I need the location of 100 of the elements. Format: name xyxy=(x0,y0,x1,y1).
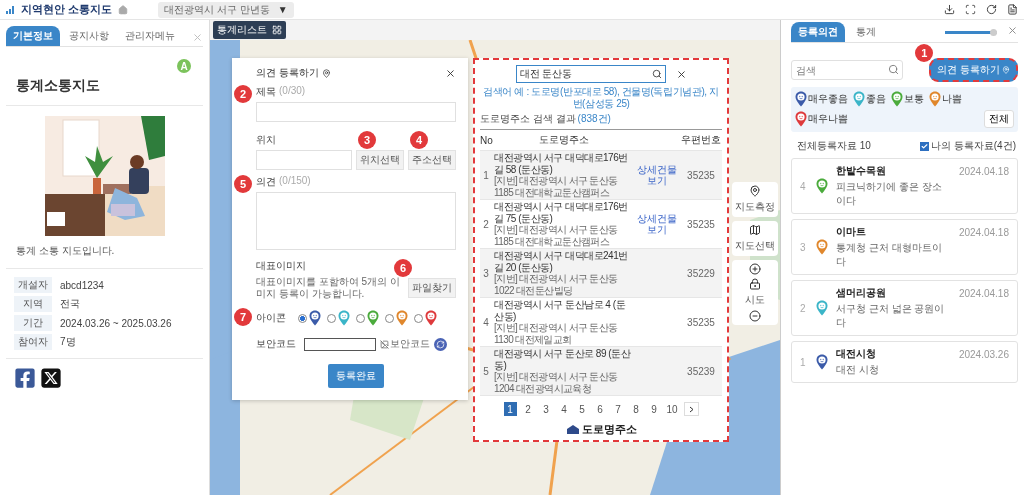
help-text: 대표이미지를 포함하여 5개의 이미지 등록이 가능합니다. xyxy=(256,276,401,299)
tab[interactable]: 공지사항 xyxy=(62,26,116,46)
next-page-button[interactable] xyxy=(683,402,699,416)
result-label: 도로명주소 검색 결과 xyxy=(480,112,576,126)
facebook-icon[interactable] xyxy=(14,367,36,389)
radio-button[interactable] xyxy=(298,313,307,323)
document-icon[interactable] xyxy=(1007,4,1018,15)
page-number[interactable]: 3 xyxy=(539,402,553,416)
radio-button[interactable] xyxy=(385,313,394,323)
page-number[interactable]: 1 xyxy=(503,402,517,416)
location-field[interactable] xyxy=(256,150,352,170)
lot-address: [지번] 대전광역시 서구 둔산동 1185 대전대학교둔산캠퍼스 xyxy=(494,175,619,198)
x-icon[interactable] xyxy=(40,367,62,389)
info-label: 기간 xyxy=(14,315,52,331)
search-icon[interactable] xyxy=(651,69,662,79)
opinion-card[interactable]: 2 샘머리공원 서구청 근처 넓은 공원이다 2024.04.18 xyxy=(791,280,1018,336)
region-select[interactable]: 대전광역시 서구 만년동 ▼ xyxy=(158,1,294,18)
tab[interactable]: 관리자메뉴 xyxy=(118,26,182,46)
bar-chart-icon xyxy=(6,5,15,14)
check-icon xyxy=(921,142,928,150)
chevron-right-icon xyxy=(688,405,694,413)
opinion-card[interactable]: 3 이마트 통계청 근처 대형마트이다 2024.04.18 xyxy=(791,219,1018,275)
select-button[interactable]: 주소선택 xyxy=(408,150,456,170)
fullscreen-icon[interactable] xyxy=(965,4,976,15)
road-address[interactable]: 대전광역시 서구 둔산로 89 (둔산동) xyxy=(494,348,634,371)
tab[interactable]: 기본정보 xyxy=(6,26,60,46)
column-header: No xyxy=(480,133,492,148)
road-address[interactable]: 대전광역시 서구 대덕대로241번길 20 (둔산동) xyxy=(494,250,634,273)
road-address[interactable]: 대전광역시 서구 대덕대로176번길 75 (둔산동) xyxy=(494,201,634,224)
my-entries-checkbox[interactable]: 나의 등록자료(4건) xyxy=(920,139,1016,153)
road-address[interactable]: 대전광역시 서구 대덕대로176번길 58 (둔산동) xyxy=(494,152,634,175)
column-header: 우편번호 xyxy=(680,133,722,147)
title-field[interactable] xyxy=(256,102,456,122)
tab[interactable]: 등록의견 xyxy=(791,22,845,42)
refresh-icon[interactable] xyxy=(434,337,447,351)
zoom-in-icon[interactable] xyxy=(749,263,761,275)
table-cell-text: 1 xyxy=(482,169,490,181)
item-description: 대전 시청 xyxy=(836,363,880,377)
info-value: abcd1234 xyxy=(60,279,104,291)
map-pin-icon xyxy=(1002,66,1010,74)
refresh-icon[interactable] xyxy=(986,4,997,15)
submit-button[interactable]: 등록완료 xyxy=(328,364,384,388)
map-icon xyxy=(749,224,761,236)
opinion-card[interactable]: 1 대전시청 대전 시청 2024.03.26 xyxy=(791,341,1018,383)
captcha-image: 보안코드 xyxy=(380,337,430,351)
info-value: 전국 xyxy=(60,297,80,311)
field-label: 제목 xyxy=(256,85,276,99)
lock-icon xyxy=(749,278,761,290)
download-icon[interactable] xyxy=(944,4,955,15)
register-button[interactable]: 의견 등록하기 xyxy=(929,58,1018,82)
page-number[interactable]: 9 xyxy=(647,402,661,416)
detail-link[interactable]: 상세건물 보기 xyxy=(636,164,678,186)
road-address[interactable]: 대전광역시 서구 둔산남로 4 (둔산동) xyxy=(494,299,634,322)
radio-button[interactable] xyxy=(356,313,365,323)
search-field[interactable]: 대전 둔산동 xyxy=(515,65,666,83)
list-button[interactable]: 통계리스트 xyxy=(213,21,286,39)
page-number[interactable]: 2 xyxy=(521,402,535,416)
opinion-field[interactable] xyxy=(256,192,456,250)
all-button[interactable]: 전체 xyxy=(984,110,1014,128)
page-number[interactable]: 8 xyxy=(629,402,643,416)
file-button[interactable]: 파일찾기 xyxy=(408,277,456,298)
app-title: 지역현안 소통지도 xyxy=(21,2,113,17)
map-title: 통계소통지도 xyxy=(6,73,203,106)
field-label: 아이콘 xyxy=(256,311,287,325)
callout-number: 2 xyxy=(234,85,252,103)
detail-link[interactable]: 상세건물 보기 xyxy=(636,213,678,235)
item-number: 3 xyxy=(800,241,807,253)
legend-label: 매우좋음 xyxy=(808,92,848,106)
zoom-out-icon[interactable] xyxy=(749,310,761,322)
close-icon[interactable] xyxy=(445,67,456,79)
lot-address: [지번] 대전광역시 서구 둔산동 1204 대전광역시교육청 xyxy=(494,371,619,394)
page-number[interactable]: 6 xyxy=(593,402,607,416)
search-field[interactable]: 검색 xyxy=(791,60,903,80)
logo-text: 도로명주소 xyxy=(581,422,637,437)
lot-address: [지번] 대전광역시 서구 둔산동 1022 대전둔산빌딩 xyxy=(494,273,619,296)
lot-address: [지번] 대전광역시 서구 둔산동 1130 대전제일교회 xyxy=(494,322,619,345)
legend-label: 보통 xyxy=(904,92,924,106)
search-hint: 검색어 예 : 도로명(반포대로 58), 건물명(독립기념관), 지번(삼성동 25) xyxy=(482,86,720,109)
callout-number: 7 xyxy=(234,308,252,326)
map-control[interactable]: 지도측정 xyxy=(732,182,778,217)
info-label: 참여자 xyxy=(14,334,52,350)
tab[interactable]: 통계 xyxy=(849,22,883,42)
map-control[interactable]: 지도선택 xyxy=(732,221,778,256)
radio-button[interactable] xyxy=(414,313,423,323)
select-button[interactable]: 위치선택 xyxy=(356,150,404,170)
item-date: 2024.04.18 xyxy=(958,166,1009,177)
page-number[interactable]: 7 xyxy=(611,402,625,416)
field-label: 대표이미지 xyxy=(256,259,306,273)
opinion-card[interactable]: 4 한밭수목원 피크닉하기에 좋은 장소이다 2024.04.18 xyxy=(791,158,1018,214)
avatar: A xyxy=(177,59,191,73)
page-number[interactable]: 4 xyxy=(557,402,571,416)
page-number[interactable]: 10 xyxy=(665,402,679,416)
table-cell-text: 35235 xyxy=(686,316,716,328)
callout-number: 6 xyxy=(394,258,412,277)
table-cell-text: 35239 xyxy=(686,365,716,377)
close-icon[interactable] xyxy=(675,68,687,80)
page-number[interactable]: 5 xyxy=(575,402,589,416)
slider[interactable] xyxy=(945,30,997,34)
captcha-field[interactable] xyxy=(304,337,376,351)
radio-button[interactable] xyxy=(327,313,336,323)
